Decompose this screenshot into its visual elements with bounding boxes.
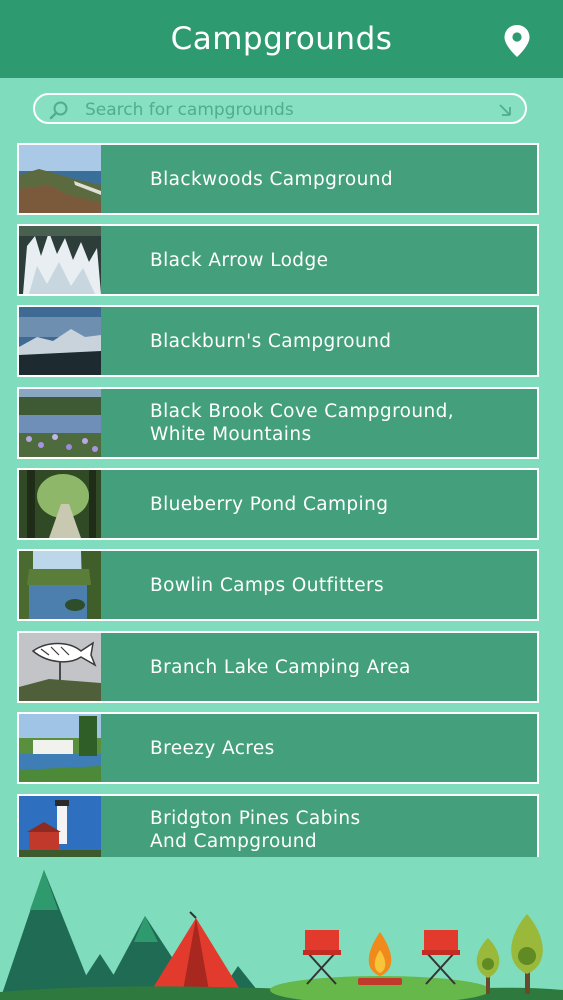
camp-chair-right (422, 930, 460, 985)
coastline-thumbnail (19, 145, 101, 213)
campground-name: Bridgton Pines Cabins And Campground (150, 808, 361, 852)
camp-chair-left (303, 930, 341, 985)
search-icon (49, 101, 68, 120)
list-item[interactable]: Blueberry Pond Camping (17, 468, 539, 540)
mountain-dusk-thumbnail (19, 307, 101, 375)
fish-sign-thumbnail (19, 633, 101, 701)
search-input[interactable] (83, 97, 497, 123)
list-item[interactable]: Black Arrow Lodge (17, 224, 539, 296)
campground-name: Blackburn's Campground (150, 330, 392, 352)
tree-shape (511, 914, 543, 994)
frozen-falls-thumbnail (19, 226, 101, 294)
campground-name: Branch Lake Camping Area (150, 656, 411, 678)
app-header: Campgrounds (0, 0, 563, 78)
river-trees-thumbnail (19, 551, 101, 619)
clear-icon[interactable] (497, 102, 513, 118)
list-item[interactable]: Bridgton Pines Cabins And Campground (17, 794, 539, 857)
list-item[interactable]: Bowlin Camps Outfitters (17, 549, 539, 621)
campground-name: Breezy Acres (150, 737, 275, 759)
list-item[interactable]: Breezy Acres (17, 712, 539, 784)
list-item[interactable]: Blackwoods Campground (17, 143, 539, 215)
lake-flowers-thumbnail (19, 389, 101, 457)
camping-scene-illustration (0, 870, 563, 1000)
list-item[interactable]: Blackburn's Campground (17, 305, 539, 377)
map-pin-icon[interactable] (503, 24, 531, 58)
forest-path-thumbnail (19, 470, 101, 538)
list-item[interactable]: Branch Lake Camping Area (17, 631, 539, 703)
campground-name: Black Arrow Lodge (150, 249, 329, 271)
campground-name: Blackwoods Campground (150, 168, 393, 190)
lakeside-cabin-thumbnail (19, 714, 101, 782)
lighthouse-thumbnail (19, 796, 101, 857)
campground-name: Black Brook Cove Campground, White Mount… (150, 401, 455, 445)
campground-name: Bowlin Camps Outfitters (150, 574, 385, 596)
page-title: Campgrounds (170, 21, 393, 57)
campground-name: Blueberry Pond Camping (150, 493, 389, 515)
list-item[interactable]: Black Brook Cove Campground, White Mount… (17, 387, 539, 459)
campground-list: Blackwoods Campground Black Arrow Lodge … (17, 143, 539, 857)
search-bar (33, 93, 527, 124)
